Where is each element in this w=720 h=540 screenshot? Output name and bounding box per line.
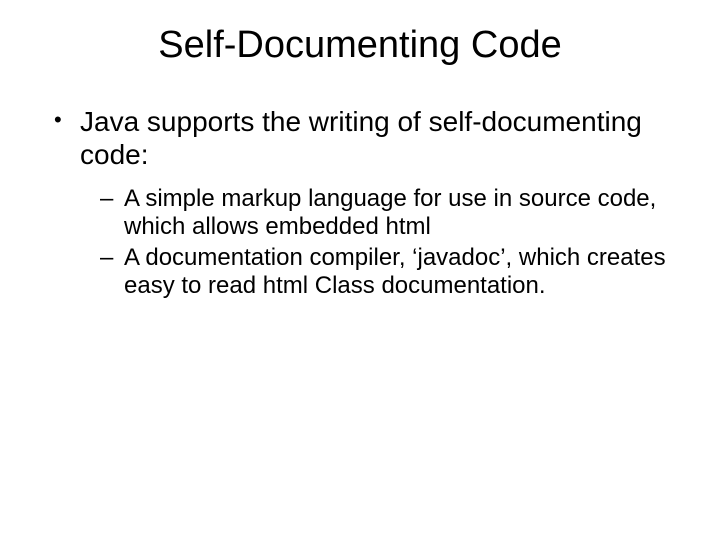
- sub-bullet-item: A documentation compiler, ‘javadoc’, whi…: [100, 244, 670, 301]
- sub-bullet-text: A documentation compiler, ‘javadoc’, whi…: [124, 244, 666, 299]
- bullet-item: Java supports the writing of self-docume…: [50, 105, 670, 300]
- slide-body: Java supports the writing of self-docume…: [0, 67, 720, 300]
- bullet-text: Java supports the writing of self-docume…: [80, 106, 642, 170]
- slide: Self-Documenting Code Java supports the …: [0, 0, 720, 540]
- slide-title: Self-Documenting Code: [0, 0, 720, 67]
- sub-bullet-list: A simple markup language for use in sour…: [80, 185, 670, 300]
- sub-bullet-text: A simple markup language for use in sour…: [124, 185, 656, 240]
- bullet-list: Java supports the writing of self-docume…: [50, 105, 670, 300]
- sub-bullet-item: A simple markup language for use in sour…: [100, 185, 670, 242]
